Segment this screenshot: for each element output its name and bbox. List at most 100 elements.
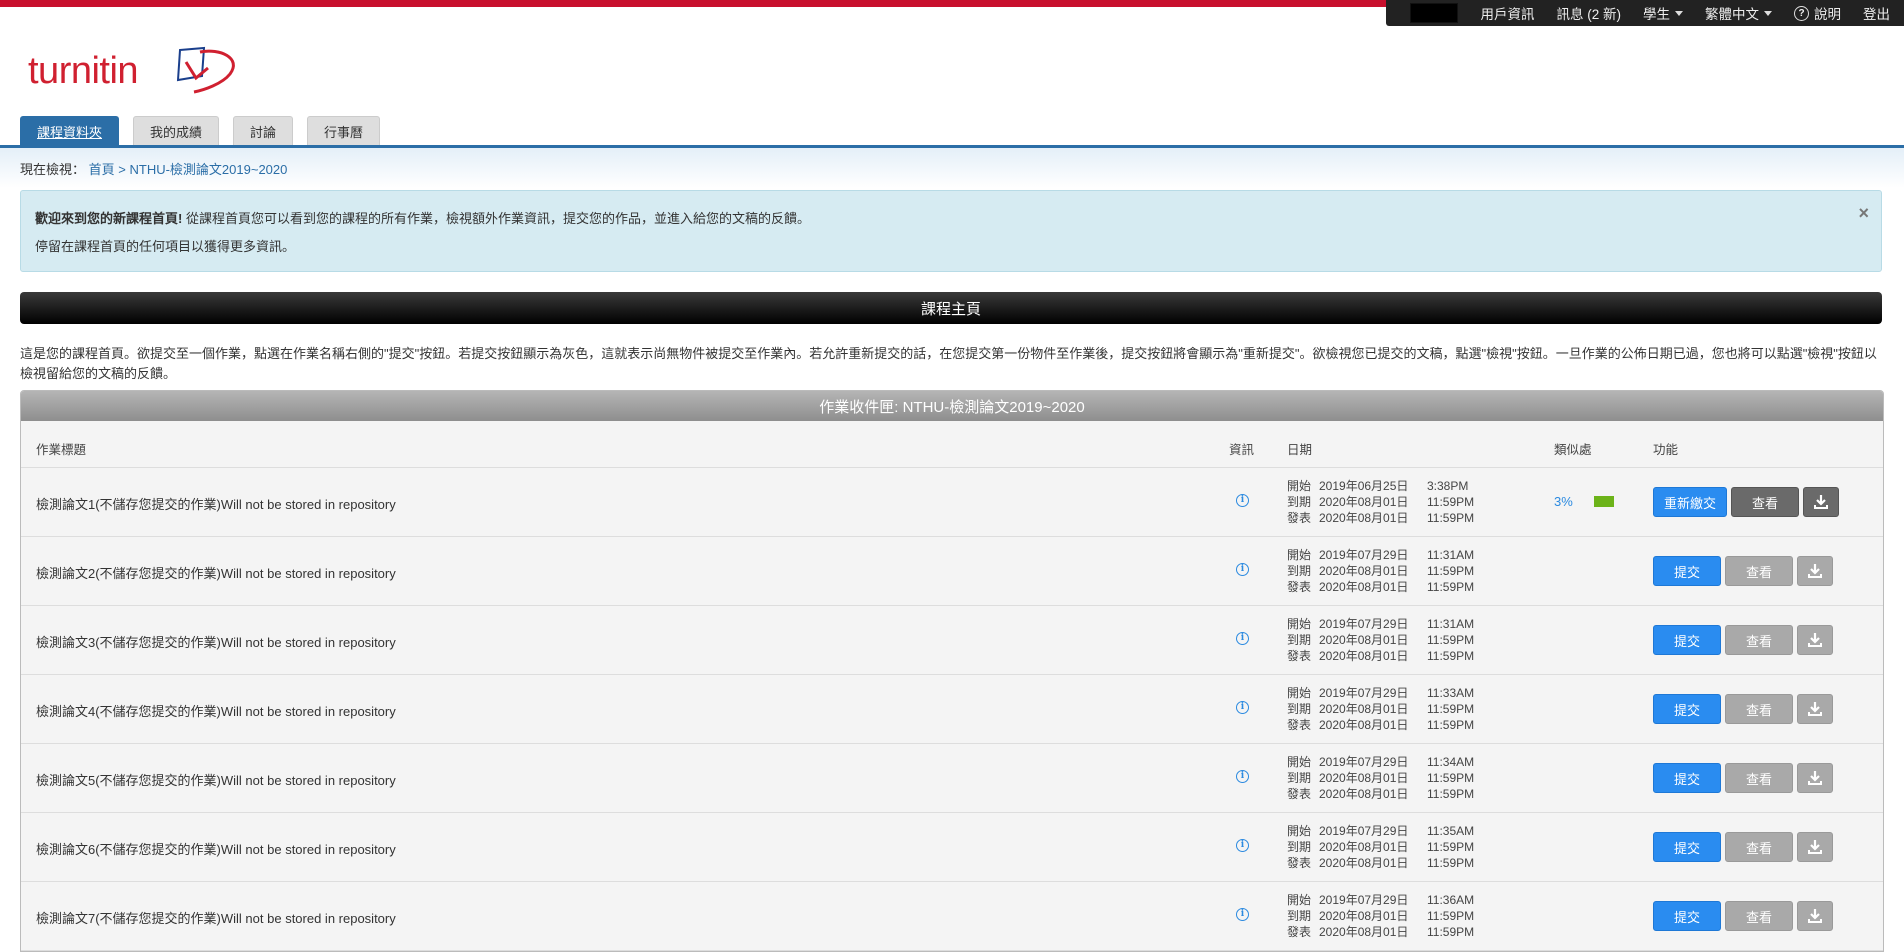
due-date: 2020年08月01日 bbox=[1319, 909, 1409, 923]
date-label-start: 開始 bbox=[1287, 686, 1312, 700]
section-title-bar: 課程主頁 bbox=[20, 292, 1882, 324]
date-label-due: 到期 bbox=[1287, 633, 1312, 647]
post-time: 11:59PM bbox=[1427, 649, 1475, 663]
info-icon[interactable]: i bbox=[1236, 701, 1249, 714]
resubmit-button[interactable]: 重新繳交 bbox=[1653, 487, 1727, 517]
view-button[interactable]: 查看 bbox=[1725, 763, 1793, 793]
view-button[interactable]: 查看 bbox=[1731, 487, 1799, 517]
download-button[interactable] bbox=[1797, 556, 1833, 586]
view-button[interactable]: 查看 bbox=[1725, 625, 1793, 655]
download-button[interactable] bbox=[1797, 625, 1833, 655]
info-icon[interactable]: i bbox=[1236, 839, 1249, 852]
date-label-start: 開始 bbox=[1287, 755, 1312, 769]
help-icon: ? bbox=[1794, 5, 1809, 21]
breadcrumb-prefix: 現在檢視： bbox=[20, 162, 86, 177]
assignment-title[interactable]: 檢測論文5(不儲存您提交的作業)Will not be stored in re… bbox=[36, 770, 396, 789]
user-info-link[interactable]: 用戶資訊 bbox=[1480, 3, 1534, 23]
alert-text-line2: 停留在課程首頁的任何項目以獲得更多資訊。 bbox=[35, 239, 296, 254]
date-label-post: 發表 bbox=[1287, 787, 1312, 801]
table-row: 檢測論文1(不儲存您提交的作業)Will not be stored in re… bbox=[21, 468, 1883, 537]
date-label-due: 到期 bbox=[1287, 771, 1312, 785]
post-time: 11:59PM bbox=[1427, 925, 1475, 939]
tab-class-portfolio[interactable]: 課程資料夾 bbox=[20, 116, 120, 146]
column-info: 資訊 bbox=[1229, 443, 1255, 457]
info-icon[interactable]: i bbox=[1236, 770, 1249, 783]
post-time: 11:59PM bbox=[1427, 511, 1475, 525]
info-icon[interactable]: i bbox=[1236, 908, 1249, 921]
table-row: 檢測論文5(不儲存您提交的作業)Will not be stored in re… bbox=[21, 744, 1883, 813]
breadcrumb-current[interactable]: NTHU-檢測論文2019~2020 bbox=[130, 162, 288, 177]
download-button[interactable] bbox=[1797, 694, 1833, 724]
section-title: 課程主頁 bbox=[920, 300, 981, 318]
assignment-title[interactable]: 檢測論文6(不儲存您提交的作業)Will not be stored in re… bbox=[36, 839, 396, 858]
assignment-title[interactable]: 檢測論文2(不儲存您提交的作業)Will not be stored in re… bbox=[36, 563, 396, 582]
submit-button[interactable]: 提交 bbox=[1653, 832, 1721, 862]
submit-button[interactable]: 提交 bbox=[1653, 625, 1721, 655]
download-button[interactable] bbox=[1797, 763, 1833, 793]
column-title: 作業標題 bbox=[36, 443, 87, 457]
view-button[interactable]: 查看 bbox=[1725, 556, 1793, 586]
similarity-bar[interactable] bbox=[1594, 496, 1614, 507]
date-label-start: 開始 bbox=[1287, 824, 1312, 838]
language-dropdown[interactable]: 繁體中文 bbox=[1705, 3, 1772, 23]
assignment-title[interactable]: 檢測論文7(不儲存您提交的作業)Will not be stored in re… bbox=[36, 908, 396, 927]
breadcrumb-separator: > bbox=[118, 162, 126, 177]
top-navigation: 用戶資訊 訊息 (2 新) 學生 繁體中文 ? 說明 登出 bbox=[1386, 0, 1904, 26]
download-button[interactable] bbox=[1803, 487, 1839, 517]
help-link[interactable]: ? 說明 bbox=[1794, 3, 1841, 23]
alert-text: 從課程首頁您可以看到您的課程的所有作業，檢視額外作業資訊，提交您的作品，並進入給… bbox=[185, 211, 810, 226]
date-label-start: 開始 bbox=[1287, 479, 1312, 493]
similarity-score[interactable]: 3% bbox=[1554, 494, 1573, 509]
table-row: 檢測論文3(不儲存您提交的作業)Will not be stored in re… bbox=[21, 606, 1883, 675]
tab-calendar[interactable]: 行事曆 bbox=[307, 116, 381, 146]
due-time: 11:59PM bbox=[1427, 564, 1475, 578]
start-date: 2019年07月29日 bbox=[1319, 686, 1409, 700]
messages-link[interactable]: 訊息 (2 新) bbox=[1556, 3, 1621, 23]
tab-my-grades[interactable]: 我的成績 bbox=[133, 116, 220, 146]
view-button[interactable]: 查看 bbox=[1725, 901, 1793, 931]
due-date: 2020年08月01日 bbox=[1319, 564, 1409, 578]
post-date: 2020年08月01日 bbox=[1319, 511, 1409, 525]
info-icon[interactable]: i bbox=[1236, 563, 1249, 576]
post-time: 11:59PM bbox=[1427, 580, 1475, 594]
welcome-alert: 歡迎來到您的新課程首頁! 從課程首頁您可以看到您的課程的所有作業，檢視額外作業資… bbox=[20, 190, 1882, 272]
close-icon[interactable]: × bbox=[1858, 199, 1869, 227]
table-row: 檢測論文2(不儲存您提交的作業)Will not be stored in re… bbox=[21, 537, 1883, 606]
date-label-post: 發表 bbox=[1287, 925, 1312, 939]
redacted-username bbox=[1410, 3, 1459, 23]
submit-button[interactable]: 提交 bbox=[1653, 694, 1721, 724]
download-icon bbox=[1808, 909, 1822, 923]
due-time: 11:59PM bbox=[1427, 702, 1475, 716]
date-label-due: 到期 bbox=[1287, 702, 1312, 716]
page-description: 這是您的課程首頁。欲提交至一個作業，點選在作業名稱右側的"提交"按鈕。若提交按鈕… bbox=[20, 346, 1877, 381]
date-label-due: 到期 bbox=[1287, 495, 1312, 509]
view-button[interactable]: 查看 bbox=[1725, 694, 1793, 724]
assignment-title[interactable]: 檢測論文4(不儲存您提交的作業)Will not be stored in re… bbox=[36, 701, 396, 720]
submit-button[interactable]: 提交 bbox=[1653, 763, 1721, 793]
assignment-dates: 開始 2019年07月29日 11:31AM 到期 2020年08月01日 11… bbox=[1287, 547, 1474, 595]
tab-discussion[interactable]: 討論 bbox=[233, 116, 294, 146]
logout-link[interactable]: 登出 bbox=[1863, 3, 1890, 23]
info-icon[interactable]: i bbox=[1236, 494, 1249, 507]
assignment-title[interactable]: 檢測論文1(不儲存您提交的作業)Will not be stored in re… bbox=[36, 494, 396, 513]
post-date: 2020年08月01日 bbox=[1319, 787, 1409, 801]
submit-button[interactable]: 提交 bbox=[1653, 556, 1721, 586]
turnitin-logo[interactable]: turnitin bbox=[28, 44, 235, 100]
breadcrumb-home-link[interactable]: 首頁 bbox=[89, 162, 115, 177]
table-row: 檢測論文6(不儲存您提交的作業)Will not be stored in re… bbox=[21, 813, 1883, 882]
start-time: 11:33AM bbox=[1427, 686, 1475, 700]
post-date: 2020年08月01日 bbox=[1319, 580, 1409, 594]
assignment-dates: 開始 2019年07月29日 11:31AM 到期 2020年08月01日 11… bbox=[1287, 616, 1474, 664]
download-icon bbox=[1808, 840, 1822, 854]
view-button[interactable]: 查看 bbox=[1725, 832, 1793, 862]
info-icon[interactable]: i bbox=[1236, 632, 1249, 645]
start-time: 11:36AM bbox=[1427, 893, 1475, 907]
date-label-post: 發表 bbox=[1287, 718, 1312, 732]
download-button[interactable] bbox=[1797, 832, 1833, 862]
submit-button[interactable]: 提交 bbox=[1653, 901, 1721, 931]
column-dates: 日期 bbox=[1287, 443, 1313, 457]
assignment-dates: 開始 2019年07月29日 11:33AM 到期 2020年08月01日 11… bbox=[1287, 685, 1474, 733]
role-dropdown[interactable]: 學生 bbox=[1643, 3, 1683, 23]
assignment-title[interactable]: 檢測論文3(不儲存您提交的作業)Will not be stored in re… bbox=[36, 632, 396, 651]
download-button[interactable] bbox=[1797, 901, 1833, 931]
